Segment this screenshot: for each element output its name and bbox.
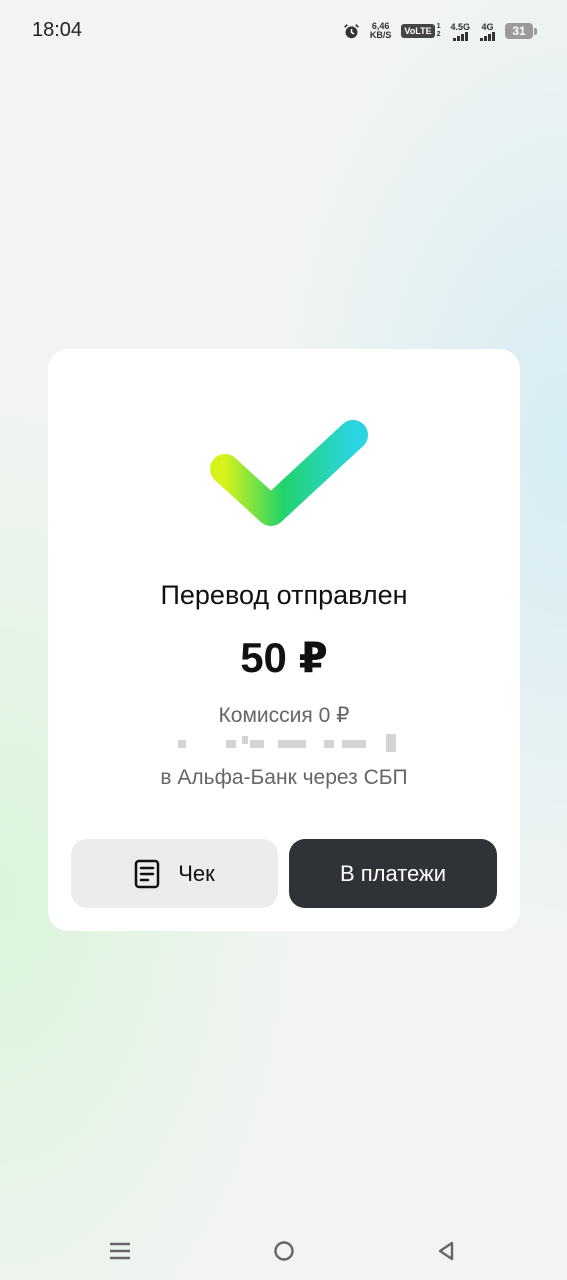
signal-icon: 4.5G xyxy=(450,22,470,41)
masked-recipient xyxy=(178,734,398,752)
network-speed: 6,46 KB/S xyxy=(370,22,392,40)
home-icon[interactable] xyxy=(271,1238,297,1264)
volte-label: VoLTE xyxy=(401,24,435,38)
receipt-button-label: Чек xyxy=(178,860,215,886)
network-type-1: 4.5G xyxy=(450,21,470,32)
commission-text: Комиссия 0 ₽ xyxy=(218,704,350,727)
battery-icon: 31 xyxy=(505,23,537,39)
battery-level: 31 xyxy=(505,23,533,39)
back-icon[interactable] xyxy=(433,1238,459,1264)
volte-sim-2: 2 xyxy=(436,31,441,38)
volte-indicator: VoLTE 1 2 xyxy=(401,23,440,39)
payments-button-label: В платежи xyxy=(339,860,447,886)
status-icons: 6,46 KB/S VoLTE 1 2 4.5G 4G 31 xyxy=(343,18,537,44)
checkmark-icon xyxy=(210,420,368,526)
receipt-icon xyxy=(134,859,160,888)
recipient-bank: в Альфа-Банк через СБП xyxy=(160,766,408,789)
transfer-amount: 50 ₽ xyxy=(240,634,328,681)
status-time: 18:04 xyxy=(32,19,83,41)
volte-sim-1: 1 xyxy=(436,23,441,30)
network-type-2: 4G xyxy=(481,21,494,32)
receipt-button[interactable]: Чек xyxy=(71,839,278,908)
go-to-payments-button[interactable]: В платежи xyxy=(289,839,497,908)
menu-icon[interactable] xyxy=(107,1238,133,1264)
status-bar: 18:04 6,46 KB/S VoLTE 1 2 4.5G 4G 31 xyxy=(0,0,567,62)
signal-icon-2: 4G xyxy=(480,22,495,41)
alarm-icon xyxy=(343,23,359,38)
system-navigation-bar xyxy=(0,1222,567,1280)
speed-unit: KB/S xyxy=(369,30,392,40)
transfer-status-title: Перевод отправлен xyxy=(160,580,408,610)
